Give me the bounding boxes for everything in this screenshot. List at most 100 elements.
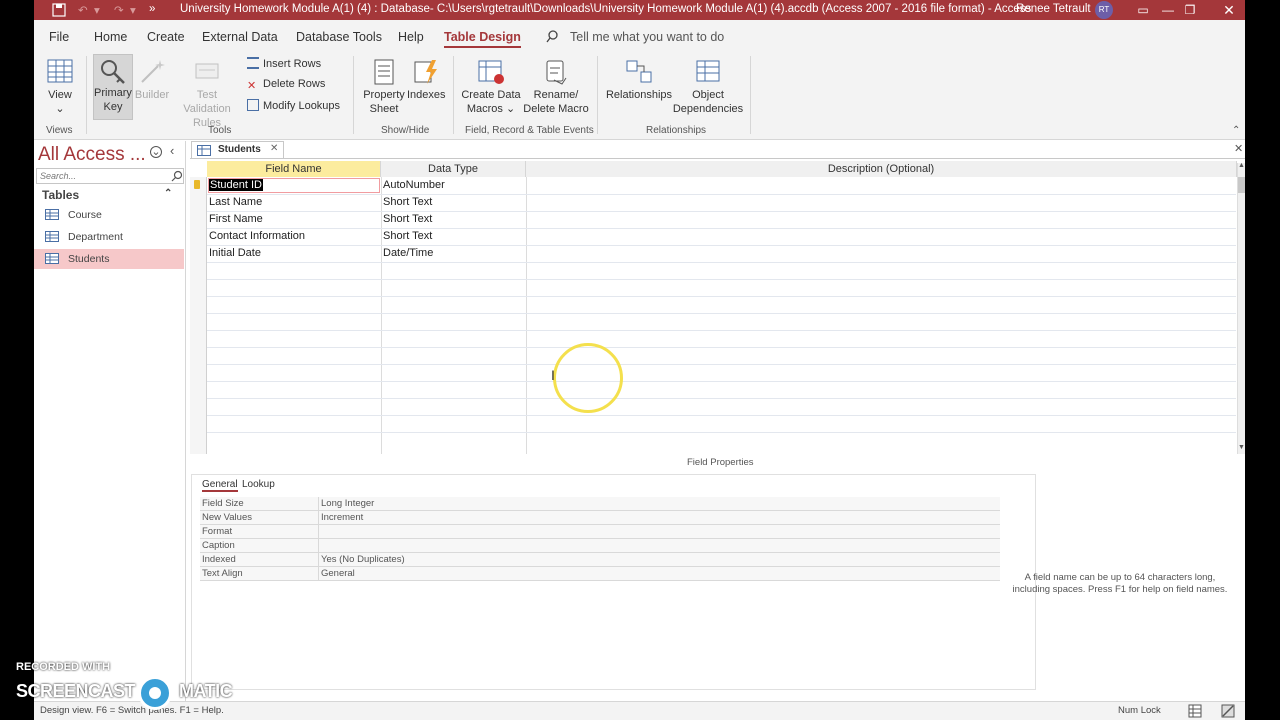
title-bar: ↶ ▾ ↷ ▾ » University Homework Module A(1… bbox=[34, 0, 1245, 20]
field-name-cell[interactable]: First Name bbox=[209, 213, 263, 225]
primary-key-label: Primary Key bbox=[94, 87, 132, 113]
property-row[interactable]: Caption bbox=[200, 539, 1000, 553]
property-sheet-button[interactable]: Property Sheet bbox=[361, 58, 407, 116]
field-name-cell[interactable]: Initial Date bbox=[209, 247, 261, 259]
field-name-cell[interactable]: Contact Information bbox=[209, 230, 305, 242]
watermark-recorded-with: RECORDED WITH bbox=[16, 661, 111, 673]
vertical-scrollbar[interactable]: ▲ ▼ bbox=[1237, 162, 1245, 454]
column-header-data-type[interactable]: Data Type bbox=[381, 161, 526, 177]
nav-search-input[interactable]: Search... bbox=[36, 168, 184, 184]
grid-row-line bbox=[207, 432, 1236, 433]
property-value[interactable]: General bbox=[321, 568, 355, 579]
grid-row-line bbox=[207, 194, 1236, 195]
group-separator bbox=[353, 56, 354, 134]
tab-create[interactable]: Create bbox=[147, 30, 185, 44]
shutter-bar-close-icon[interactable]: ‹ bbox=[170, 143, 174, 158]
delete-rows-button[interactable]: ✕ Delete Rows bbox=[247, 78, 325, 92]
table-icon bbox=[197, 145, 211, 156]
collapse-ribbon-icon[interactable]: ⌃ bbox=[1232, 125, 1240, 136]
property-value[interactable]: Yes (No Duplicates) bbox=[321, 554, 405, 565]
create-data-macros-dropdown-icon: ⌄ bbox=[502, 103, 516, 115]
nav-section-label: Tables bbox=[42, 188, 80, 202]
nav-title[interactable]: All Access ... bbox=[38, 144, 146, 166]
more-commands-icon[interactable]: » bbox=[149, 3, 155, 15]
tab-help[interactable]: Help bbox=[398, 30, 424, 44]
column-header-field-name[interactable]: Field Name bbox=[207, 161, 381, 177]
property-row[interactable]: Indexed Yes (No Duplicates) bbox=[200, 553, 1000, 567]
navigation-pane: All Access ... ⌄ ‹ Search... Tables ⌃ Cou… bbox=[34, 141, 186, 701]
access-window: ↶ ▾ ↷ ▾ » University Homework Module A(1… bbox=[34, 0, 1245, 720]
field-name-cell[interactable]: Last Name bbox=[209, 196, 262, 208]
row-selector-column[interactable] bbox=[190, 177, 207, 454]
grid-row-line bbox=[207, 262, 1236, 263]
property-row[interactable]: New Values Increment bbox=[200, 511, 1000, 525]
restore-icon[interactable]: ❐ bbox=[1170, 0, 1210, 20]
grid-row-line bbox=[207, 398, 1236, 399]
tab-home[interactable]: Home bbox=[94, 30, 127, 44]
nav-menu-dropdown-icon[interactable]: ⌄ bbox=[150, 146, 162, 158]
data-type-cell[interactable]: Short Text bbox=[383, 196, 432, 208]
scroll-down-icon[interactable]: ▼ bbox=[1238, 444, 1245, 451]
builder-button[interactable]: Builder bbox=[134, 58, 170, 102]
key-icon bbox=[101, 60, 125, 84]
tab-external-data[interactable]: External Data bbox=[202, 30, 278, 44]
indexes-button[interactable]: Indexes bbox=[407, 58, 446, 102]
nav-item-department[interactable]: Department bbox=[34, 227, 184, 247]
modify-lookups-label: Modify Lookups bbox=[263, 100, 341, 112]
insert-rows-button[interactable]: Insert Rows bbox=[247, 57, 321, 70]
property-value[interactable]: Long Integer bbox=[321, 498, 374, 509]
data-type-cell[interactable]: AutoNumber bbox=[383, 179, 445, 191]
redo-icon[interactable]: ↷ bbox=[114, 3, 124, 17]
primary-key-button[interactable]: Primary Key bbox=[93, 54, 133, 120]
property-row[interactable]: Field Size Long Integer bbox=[200, 497, 1000, 511]
data-type-cell[interactable]: Short Text bbox=[383, 213, 432, 225]
property-label: Text Align bbox=[202, 568, 243, 579]
nav-item-course[interactable]: Course bbox=[34, 205, 184, 225]
table-icon bbox=[45, 209, 59, 220]
tab-file[interactable]: File bbox=[49, 30, 69, 44]
property-row[interactable]: Format bbox=[200, 525, 1000, 539]
property-value[interactable]: Increment bbox=[321, 512, 363, 523]
modify-lookups-button[interactable]: Modify Lookups bbox=[247, 99, 340, 112]
tab-students[interactable]: Students ✕ bbox=[191, 141, 284, 158]
create-data-macros-button[interactable]: Create Data Macros ⌄ bbox=[459, 58, 523, 116]
nav-section-tables[interactable]: Tables ⌃ bbox=[34, 188, 184, 204]
wand-icon bbox=[141, 60, 165, 83]
close-icon[interactable]: ✕ bbox=[1209, 0, 1245, 20]
property-row[interactable]: Text Align General bbox=[200, 567, 1000, 581]
field-name-cell[interactable]: Student ID bbox=[209, 179, 263, 191]
close-tab-icon[interactable]: ✕ bbox=[270, 143, 278, 154]
scroll-up-icon[interactable]: ▲ bbox=[1238, 162, 1245, 169]
tab-table-design[interactable]: Table Design bbox=[444, 30, 521, 48]
tab-general[interactable]: General bbox=[202, 479, 238, 492]
data-type-cell[interactable]: Date/Time bbox=[383, 247, 433, 259]
avatar[interactable]: RT bbox=[1095, 1, 1113, 19]
property-divider bbox=[318, 497, 319, 511]
insert-rows-label: Insert Rows bbox=[263, 58, 322, 70]
doc-tab-label: Students bbox=[218, 144, 261, 155]
tab-lookup[interactable]: Lookup bbox=[242, 479, 275, 490]
relationships-button[interactable]: Relationships bbox=[604, 58, 674, 102]
user-name[interactable]: Renee Tetrault bbox=[1016, 3, 1091, 15]
rename-delete-macro-label: Rename/ Delete Macro bbox=[523, 89, 589, 115]
scrollbar-thumb[interactable] bbox=[1238, 177, 1245, 193]
save-icon[interactable] bbox=[52, 3, 66, 17]
rename-delete-macro-button[interactable]: Rename/ Delete Macro bbox=[522, 58, 590, 116]
nav-item-students[interactable]: Students bbox=[34, 249, 184, 269]
design-view-icon[interactable] bbox=[1221, 704, 1235, 718]
data-type-cell[interactable]: Short Text bbox=[383, 230, 432, 242]
table-design-grid: Field Name Data Type Description (Option… bbox=[190, 158, 1245, 455]
nav-search-icon[interactable] bbox=[171, 170, 183, 182]
datasheet-view-icon[interactable] bbox=[1188, 704, 1202, 718]
tell-me-search[interactable]: Tell me what you want to do bbox=[570, 30, 724, 44]
tab-database-tools[interactable]: Database Tools bbox=[296, 30, 382, 44]
column-header-description[interactable]: Description (Optional) bbox=[526, 161, 1237, 177]
close-document-icon[interactable]: ✕ bbox=[1234, 142, 1243, 155]
test-validation-button[interactable]: Test Validation Rules bbox=[172, 58, 242, 130]
redo-dropdown-icon[interactable]: ▾ bbox=[130, 3, 136, 17]
object-dependencies-button[interactable]: Object Dependencies bbox=[672, 58, 744, 116]
undo-icon[interactable]: ↶ bbox=[78, 3, 88, 17]
undo-dropdown-icon[interactable]: ▾ bbox=[94, 3, 100, 17]
grid-row-line bbox=[207, 296, 1236, 297]
view-button[interactable]: View ⌄ bbox=[42, 58, 78, 116]
